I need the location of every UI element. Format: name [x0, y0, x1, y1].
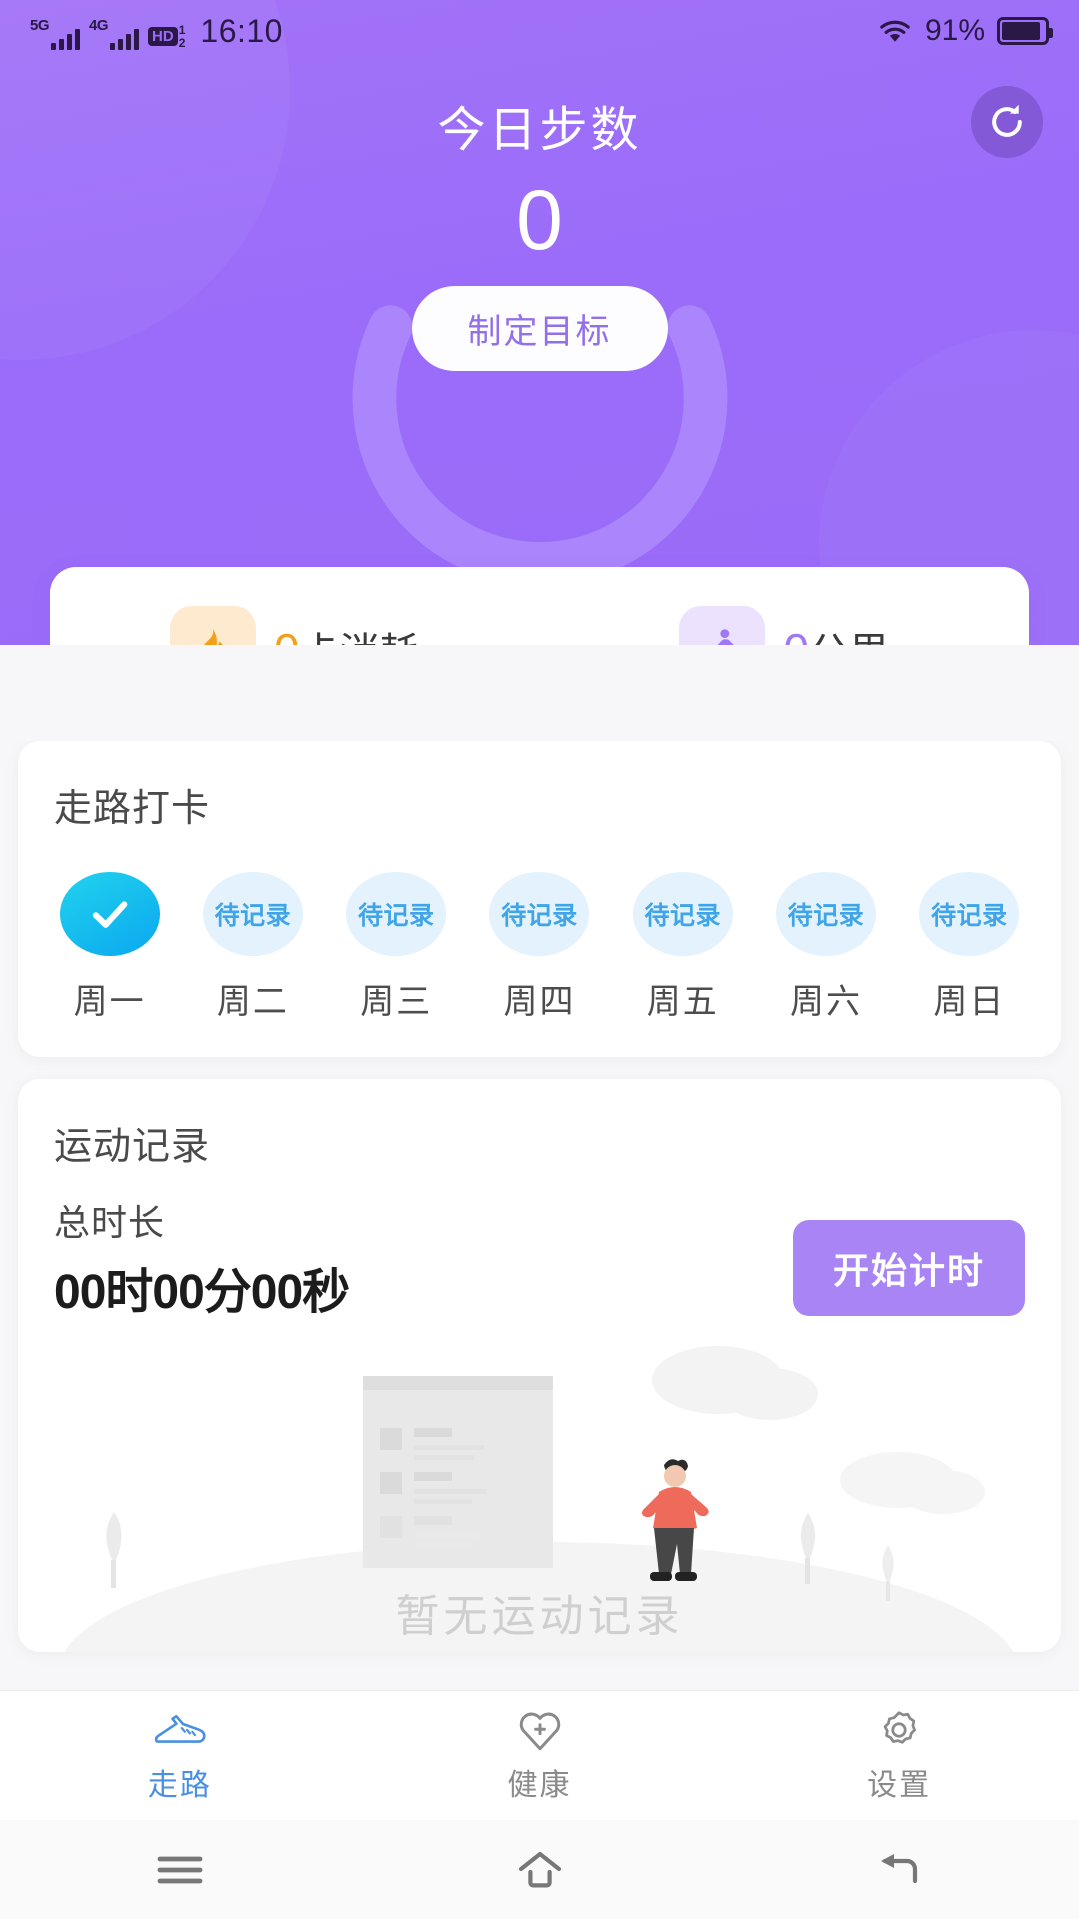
menu-icon	[157, 1856, 203, 1883]
stat-calories-text: 0 卡消耗	[274, 620, 420, 646]
stats-summary-card: 0 卡消耗 0 公里	[50, 567, 1029, 645]
exercise-record-card: 运动记录 总时长 00时00分00秒 开始计时 暂无运动记录	[18, 1079, 1061, 1652]
day-status-saturday[interactable]: 待记录	[776, 872, 877, 956]
home-icon	[518, 1851, 561, 1887]
stat-distance-text: 0 公里	[783, 620, 889, 646]
refresh-button[interactable]	[971, 86, 1043, 158]
app-root: 5G 4G HD 1 2 16:10 91% 今日步数 0 制定目标 走路打卡 …	[0, 0, 1079, 1919]
day-label-thursday: 周四	[503, 983, 576, 1021]
day-status-sunday[interactable]: 待记录	[919, 872, 1020, 956]
day-label-sunday: 周日	[933, 983, 1006, 1021]
exercise-record-title: 运动记录	[54, 1126, 211, 1168]
day-sunday[interactable]: 待记录 周日	[898, 872, 1041, 1023]
walk-checkin-title: 走路打卡	[54, 788, 211, 830]
exercise-duration-block: 总时长 00时00分00秒	[54, 1194, 350, 1322]
bottom-navigation: 走路 健康 设置	[0, 1690, 1079, 1820]
status-bar-clock: 16:10	[200, 12, 283, 49]
back-icon	[881, 1853, 918, 1883]
signal-bars-icon-2	[110, 28, 140, 50]
nav-item-health[interactable]: 健康	[360, 1708, 720, 1804]
empty-state-illustration: 暂无运动记录	[18, 1332, 1061, 1652]
gear-icon	[883, 1710, 917, 1744]
hd-voice-icon: HD 1 2	[148, 24, 185, 49]
day-saturday[interactable]: 待记录 周六	[754, 872, 897, 1023]
nav-item-settings[interactable]: 设置	[719, 1708, 1079, 1804]
duration-value: 00时00分00秒	[54, 1266, 350, 1319]
refresh-icon	[992, 104, 1022, 137]
walk-checkin-card: 走路打卡 周一 待记录 周二 待记录 周三 待记录 周四 待记录 周五 待记录 …	[18, 741, 1061, 1057]
start-timer-button[interactable]: 开始计时	[792, 1220, 1025, 1316]
heart-plus-icon	[519, 1712, 560, 1750]
hd-sub: 2	[178, 35, 186, 50]
exercise-duration-row: 总时长 00时00分00秒 开始计时	[18, 1170, 1061, 1322]
nav-item-walk[interactable]: 走路	[0, 1708, 360, 1804]
set-goal-button[interactable]: 制定目标	[411, 286, 668, 371]
signal-4g: 4G	[89, 16, 140, 50]
battery-percentage: 91%	[924, 14, 985, 47]
stat-distance-value: 0	[783, 623, 809, 646]
steps-count-value: 0	[516, 173, 563, 267]
day-thursday[interactable]: 待记录 周四	[468, 872, 611, 1023]
check-icon	[92, 901, 127, 928]
stat-calories: 0 卡消耗	[50, 605, 540, 646]
android-navigation-bar	[0, 1820, 1079, 1919]
day-tuesday[interactable]: 待记录 周二	[181, 872, 324, 1023]
android-recents-button[interactable]	[0, 1850, 360, 1890]
shoe-icon	[154, 1714, 206, 1743]
nav-label-health: 健康	[507, 1768, 572, 1802]
android-home-button[interactable]	[360, 1848, 720, 1892]
day-status-monday[interactable]	[59, 872, 160, 956]
empty-state-text: 暂无运动记录	[395, 1592, 684, 1641]
wifi-icon	[880, 20, 910, 42]
duration-label: 总时长	[54, 1202, 166, 1243]
header-content: 今日步数 0 制定目标	[0, 90, 1079, 371]
signal-4g-label: 4G	[89, 16, 109, 34]
stat-calories-unit: 卡消耗	[300, 620, 420, 646]
hd-label: HD	[148, 27, 178, 47]
nav-label-walk: 走路	[147, 1768, 212, 1802]
day-wednesday[interactable]: 待记录 周三	[325, 872, 468, 1023]
day-status-friday[interactable]: 待记录	[632, 872, 733, 956]
nav-label-settings: 设置	[867, 1768, 932, 1802]
day-label-monday: 周一	[73, 983, 146, 1021]
page-title: 今日步数	[437, 104, 642, 157]
battery-icon	[997, 17, 1053, 45]
day-status-tuesday[interactable]: 待记录	[202, 872, 303, 956]
signal-bars-icon	[51, 28, 81, 50]
status-bar: 5G 4G HD 1 2 16:10 91%	[0, 0, 1079, 62]
day-label-friday: 周五	[646, 983, 719, 1021]
day-friday[interactable]: 待记录 周五	[611, 872, 754, 1023]
day-status-wednesday[interactable]: 待记录	[346, 872, 447, 956]
walking-person-icon	[679, 605, 766, 645]
signal-5g-label: 5G	[30, 16, 50, 34]
stat-calories-value: 0	[274, 623, 300, 646]
day-label-wednesday: 周三	[360, 983, 433, 1021]
day-monday[interactable]: 周一	[38, 872, 181, 1023]
signal-5g: 5G	[30, 16, 81, 50]
flame-icon	[169, 605, 256, 645]
week-checkin-row: 周一 待记录 周二 待记录 周三 待记录 周四 待记录 周五 待记录 周六 待记…	[18, 832, 1061, 1057]
day-label-saturday: 周六	[790, 983, 863, 1021]
android-back-button[interactable]	[719, 1848, 1079, 1892]
day-status-thursday[interactable]: 待记录	[489, 872, 590, 956]
header-panel: 5G 4G HD 1 2 16:10 91% 今日步数 0 制定目标	[0, 0, 1079, 645]
stat-distance: 0 公里	[540, 605, 1030, 646]
stat-distance-unit: 公里	[809, 620, 889, 646]
day-label-tuesday: 周二	[216, 983, 289, 1021]
